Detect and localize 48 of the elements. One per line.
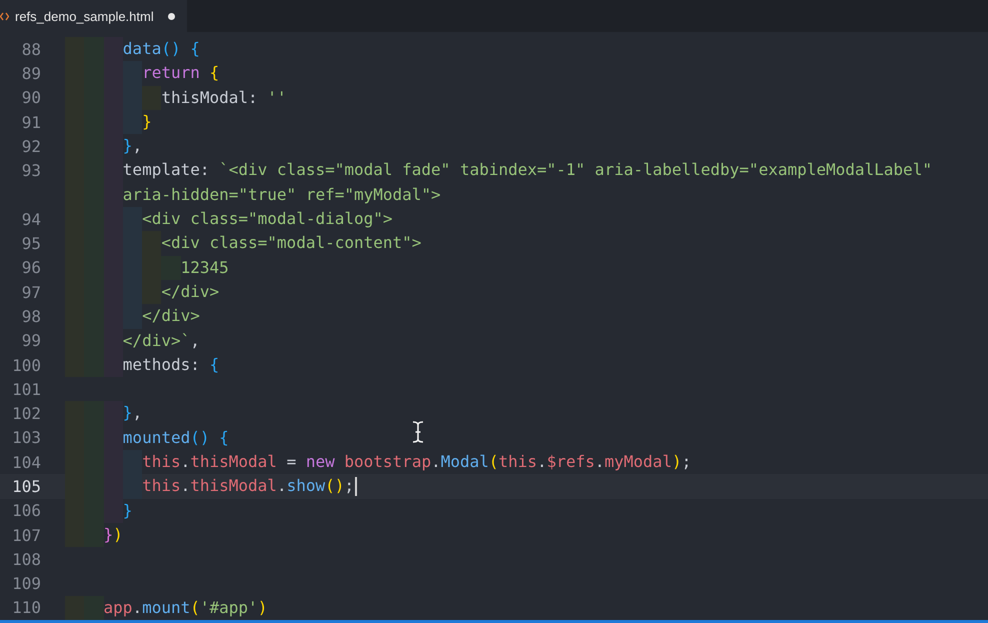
code-line: <div class="modal-dialog">: [65, 207, 393, 232]
line-number: 101: [11, 380, 41, 399]
code-line: aria-hidden="true" ref="myModal">: [65, 182, 441, 208]
line-number: 92: [20, 136, 41, 156]
text-caret: [355, 476, 358, 496]
code-line: }: [65, 110, 152, 134]
code-line: }: [65, 498, 132, 523]
code-line: </div>: [65, 304, 200, 329]
line-number: 104: [11, 452, 41, 472]
code-line: app.mount('#app'): [65, 596, 268, 620]
code-line: }): [65, 522, 123, 548]
line-number: 88: [20, 40, 41, 59]
line-number: 107: [11, 526, 41, 545]
code-line: data() {: [65, 37, 200, 62]
line-number: 100: [11, 356, 41, 374]
line-number: 106: [11, 501, 41, 520]
line-number: 97: [20, 282, 41, 302]
line-number: 99: [20, 331, 41, 350]
line-number: 103: [11, 428, 41, 448]
code-line: thisModal: '': [65, 86, 287, 110]
line-number: 94: [20, 210, 41, 229]
line-number: 91: [20, 112, 41, 132]
code-icon: [0, 12, 9, 20]
line-number: 89: [20, 64, 41, 83]
line-number: 110: [11, 598, 41, 618]
code-line: </div>: [65, 280, 220, 304]
code-line: <div class="modal-content">: [65, 231, 422, 256]
code-line: template: `<div class="modal fade" tabindex="-1" aria-labelledby="exampleModalLabel": [65, 158, 932, 183]
code-line: </div>`,: [65, 328, 200, 353]
line-number: 90: [20, 88, 41, 108]
line-number: 105: [11, 476, 41, 496]
line-number: 102: [11, 404, 41, 424]
text-cursor-icon: [412, 421, 424, 443]
line-number: 95: [20, 234, 41, 254]
editor-tab[interactable]: refs_demo_sample.html: [0, 0, 187, 32]
code-line: 12345: [65, 256, 229, 280]
code-line: this.thisModal = new bootstrap.Modal(this.$refs.myModal);: [65, 450, 692, 474]
code-line: methods: {: [65, 352, 220, 378]
code-line: mounted() {: [65, 426, 229, 450]
line-number: 96: [20, 258, 41, 278]
code-line: this.thisModal.show();: [65, 474, 354, 499]
line-number: 93: [20, 161, 41, 180]
code-line: },: [65, 401, 142, 426]
line-number: 98: [20, 306, 41, 326]
line-number: 109: [11, 574, 41, 594]
code-line: },: [65, 134, 142, 158]
line-number: 108: [11, 550, 41, 569]
code-line: return {: [65, 61, 220, 86]
